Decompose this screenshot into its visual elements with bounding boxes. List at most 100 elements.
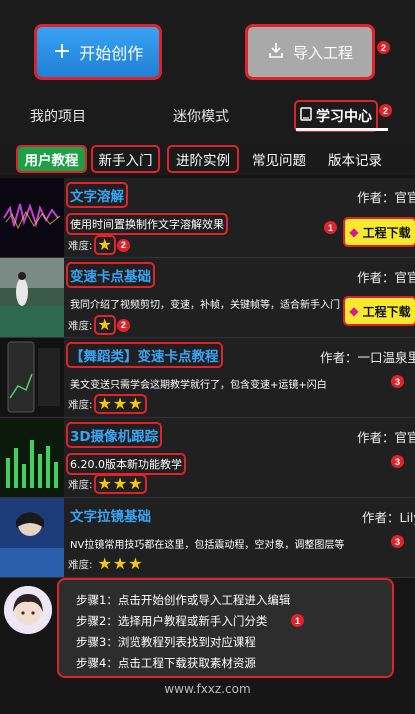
step-badge: 3	[391, 535, 404, 548]
category-advanced[interactable]: 进阶实例	[167, 145, 239, 173]
course-thumbnail	[0, 338, 64, 417]
course-description: 美文变送只需学会这期教学就行了，包含变速+运镜+闪白	[70, 380, 327, 391]
difficulty-label: 难度:	[68, 319, 93, 332]
tab-learning-center[interactable]: 学习中心	[294, 100, 378, 132]
star-icon: ★	[128, 474, 143, 493]
start-create-label: 开始创作	[79, 44, 144, 63]
difficulty-stars: ★ ★ ★	[93, 474, 147, 494]
course-difficulty: 难度: ★ ★ ★	[68, 474, 147, 494]
gem-icon: ◆	[349, 304, 359, 318]
star-icon: ★	[97, 474, 112, 493]
course-thumbnail	[0, 498, 64, 577]
course-title: 文字拉镜基础	[70, 509, 151, 525]
learning-center-badge: 2	[379, 104, 392, 117]
plus-icon: +	[52, 39, 72, 64]
step-text: 步骤3：浏览教程列表找到对应课程	[76, 635, 256, 649]
category-user-tutorial[interactable]: 用户教程	[16, 145, 87, 173]
difficulty-badge: 2	[116, 318, 130, 332]
star-icon: ★	[112, 554, 128, 573]
course-difficulty: 难度: ★ ★ ★	[68, 556, 145, 572]
course-thumbnail	[0, 178, 64, 257]
step-text: 步骤1：点击开始创作或导入工程进入编辑	[76, 593, 291, 607]
footer-watermark: www.fxxz.com	[164, 682, 251, 696]
star-icon: ★	[128, 394, 143, 413]
category-label: 新手入门	[98, 153, 153, 169]
import-project-button[interactable]: 导入工程	[245, 24, 375, 80]
difficulty-label: 难度:	[68, 239, 93, 252]
star-icon: ★	[112, 474, 128, 493]
active-tab-indicator	[296, 128, 388, 131]
step-text: 步骤2：选择用户教程或新手入门分类	[76, 614, 268, 628]
gem-icon: ◆	[349, 225, 359, 239]
category-label: 用户教程	[24, 153, 79, 169]
step-badge: 3	[391, 375, 404, 388]
course-thumbnail	[0, 418, 64, 497]
category-label: 进阶实例	[176, 153, 230, 169]
list-item[interactable]: 变速卡点基础 作者：官官 我同介绍了视频剪切，变速，补帧，关键帧等，适合新手入门…	[0, 258, 415, 338]
difficulty-label: 难度:	[68, 478, 93, 491]
difficulty-stars: ★ ★ ★	[93, 394, 147, 414]
step-badge: 1	[324, 221, 337, 234]
course-thumbnail	[0, 258, 64, 337]
course-description: 6.20.0版本新功能教学	[66, 453, 186, 475]
category-changelog[interactable]: 版本记录	[322, 147, 388, 171]
step-badge: 1	[291, 614, 304, 627]
course-title: 文字溶解	[66, 182, 128, 208]
start-create-button[interactable]: + 开始创作	[34, 24, 162, 80]
category-label: 版本记录	[328, 153, 382, 169]
download-label: 工程下载	[362, 225, 411, 240]
star-icon: ★	[97, 394, 112, 413]
difficulty-stars: ★	[93, 235, 116, 255]
course-title: 【舞蹈类】变速卡点教程	[66, 342, 223, 368]
tab-label: 迷你模式	[173, 109, 229, 125]
project-download-button[interactable]: ◆ 工程下载	[343, 217, 415, 247]
tab-label: 我的项目	[30, 109, 86, 125]
course-author: 作者：一口温泉里	[320, 350, 415, 365]
tips-panel: 步骤1：点击开始创作或导入工程进入编辑 步骤2：选择用户教程或新手入门分类 1 …	[57, 578, 394, 678]
star-icon: ★	[97, 315, 112, 334]
difficulty-label: 难度:	[68, 558, 93, 571]
course-author: 作者：官官	[357, 270, 415, 285]
category-nav: 用户教程 新手入门 进阶实例 常见问题 版本记录	[0, 143, 415, 175]
step-badge: 3	[391, 455, 404, 468]
star-icon: ★	[97, 235, 112, 254]
category-label: 常见问题	[252, 153, 306, 169]
course-description: NV拉镜常用技巧都在这里，包括震动程，空对象，调整图层等	[70, 540, 345, 551]
course-description: 我同介绍了视频剪切，变速，补帧，关键帧等，适合新手入门	[70, 300, 340, 311]
list-item[interactable]: 文字拉镜基础 作者：Lily NV拉镜常用技巧都在这里，包括震动程，空对象，调整…	[0, 498, 415, 578]
course-difficulty: 难度: ★ 2	[68, 235, 130, 255]
import-badge: 2	[377, 41, 390, 54]
step-text: 步骤4：点击工程下载获取素材资源	[76, 656, 256, 670]
course-title-prefix: 【舞蹈类】	[70, 349, 138, 365]
project-download-button[interactable]: ◆ 工程下载	[343, 296, 415, 326]
download-label: 工程下载	[362, 304, 411, 319]
difficulty-stars: ★ ★ ★	[96, 556, 145, 572]
course-author: 作者：Lily	[362, 510, 415, 525]
tab-label: 学习中心	[316, 109, 372, 125]
course-description: 使用时间置换制作文字溶解效果	[66, 213, 228, 235]
course-author: 作者：官官	[357, 190, 415, 205]
difficulty-badge: 2	[116, 238, 130, 252]
course-title: 变速卡点基础	[66, 262, 155, 288]
list-item[interactable]: 【舞蹈类】变速卡点教程 作者：一口温泉里 美文变送只需学会这期教学就行了，包含变…	[0, 338, 415, 418]
import-project-label: 导入工程	[292, 43, 353, 62]
difficulty-label: 难度:	[68, 398, 93, 411]
list-item[interactable]: 3D摄像机跟踪 作者：官官 6.20.0版本新功能教学 3 难度: ★ ★ ★	[0, 418, 415, 498]
star-icon: ★	[112, 394, 128, 413]
list-item[interactable]: 文字溶解 作者：官官 使用时间置换制作文字溶解效果 难度: ★ 2 1 ◆ 工程…	[0, 178, 415, 258]
course-author: 作者：官官	[357, 430, 415, 445]
star-icon: ★	[128, 554, 143, 573]
download-icon	[267, 41, 285, 63]
book-icon	[300, 107, 312, 125]
course-difficulty: 难度: ★ 2	[68, 315, 130, 335]
tab-mini-mode[interactable]: 迷你模式	[173, 99, 229, 133]
avatar	[4, 586, 52, 634]
course-title: 3D摄像机跟踪	[65, 422, 163, 448]
category-beginner[interactable]: 新手入门	[91, 145, 160, 173]
course-title-text: 变速卡点教程	[137, 349, 219, 365]
course-difficulty: 难度: ★ ★ ★	[68, 394, 147, 414]
tab-my-projects[interactable]: 我的项目	[30, 99, 86, 133]
star-icon: ★	[97, 554, 112, 573]
category-faq[interactable]: 常见问题	[246, 147, 312, 171]
difficulty-stars: ★	[93, 315, 116, 335]
